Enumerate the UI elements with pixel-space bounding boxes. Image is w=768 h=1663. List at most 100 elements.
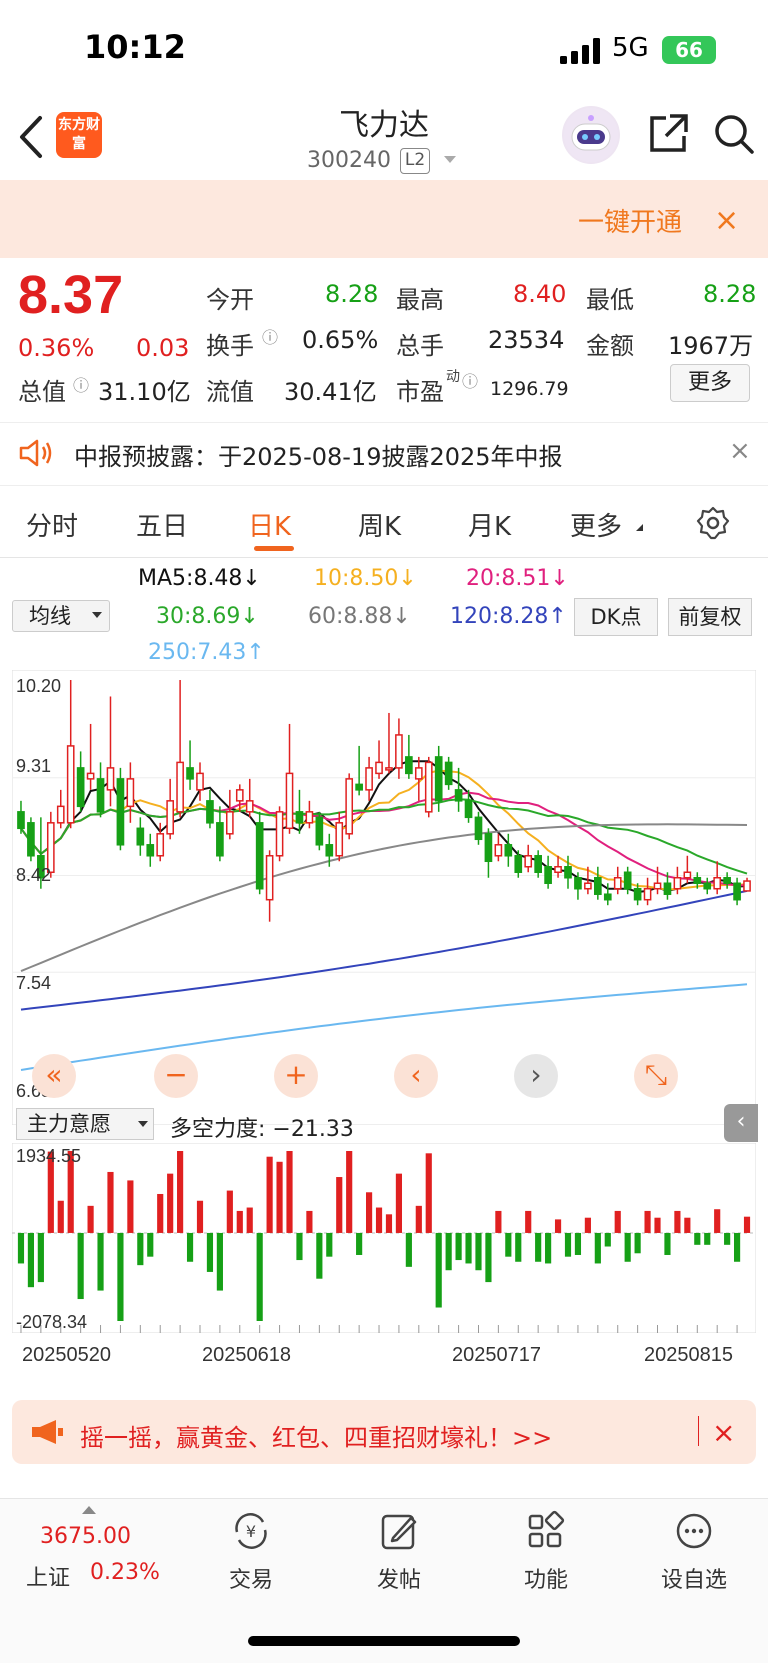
negative-bar	[147, 1232, 154, 1257]
negative-bar	[455, 1232, 462, 1261]
up-candle	[395, 734, 403, 769]
back-arrow-icon[interactable]	[18, 112, 48, 162]
main-force-bar-chart	[12, 1143, 756, 1333]
nav-functions[interactable]: 功能	[491, 1510, 601, 1594]
forward-adjust-button[interactable]: 前复权	[668, 598, 752, 636]
scroll-right-button[interactable]: ›	[514, 1054, 558, 1098]
float-cap-value: 30.41亿	[284, 378, 377, 406]
positive-bar	[127, 1180, 134, 1233]
tab-monthly-k[interactable]: 月K	[468, 506, 511, 543]
indicator-value: 多空力度: −21.33	[170, 1117, 354, 1142]
close-icon[interactable]: ×	[729, 436, 751, 466]
positive-bar	[714, 1209, 721, 1233]
ma10-value: 10:8.50↓	[314, 566, 417, 591]
notice-text[interactable]: 中报预披露：于2025-08-19披露2025年中报	[74, 437, 563, 472]
tab-more[interactable]: 更多	[570, 506, 622, 543]
positive-bar	[365, 1192, 373, 1233]
negative-bar	[475, 1232, 482, 1271]
negative-bar	[256, 1232, 263, 1321]
search-icon[interactable]	[712, 112, 756, 156]
ma60-value: 60:8.88↓	[308, 604, 411, 629]
down-candle	[116, 778, 125, 846]
down-candle	[216, 822, 224, 857]
chevron-down-icon[interactable]	[92, 612, 102, 618]
pe-value: 1296.79	[490, 378, 569, 400]
tab-weekly-k[interactable]: 周K	[358, 506, 401, 543]
nav-add-watchlist[interactable]: 设自选	[639, 1510, 749, 1594]
low-value: 8.28	[703, 280, 757, 308]
more-corner-icon	[636, 524, 643, 531]
change-amount: 0.03	[136, 334, 190, 362]
fullscreen-button[interactable]: ⤡	[634, 1054, 678, 1098]
down-candle	[444, 761, 453, 786]
tab-daily-k[interactable]: 日K	[248, 506, 291, 543]
more-quote-button[interactable]: 更多	[670, 364, 750, 402]
negative-bar	[515, 1232, 522, 1262]
open-account-link[interactable]: 一键开通	[578, 202, 682, 239]
index-name: 上证	[26, 1566, 71, 1591]
zoom-in-button[interactable]: +	[274, 1054, 318, 1098]
nav-label: 设自选	[660, 1568, 727, 1593]
down-candle	[146, 844, 155, 857]
negative-bar	[137, 1232, 144, 1266]
indicator-selector[interactable]: 主力意愿	[16, 1108, 154, 1140]
ai-robot-icon[interactable]	[562, 106, 620, 164]
negative-bar	[216, 1232, 223, 1291]
down-candle	[544, 866, 552, 884]
y-tick-label: 7.54	[16, 973, 52, 993]
nav-post[interactable]: 发帖	[344, 1510, 454, 1594]
scroll-left-button[interactable]: ‹	[394, 1054, 438, 1098]
date-label: 20250618	[202, 1344, 291, 1366]
info-icon[interactable]: ⓘ	[262, 324, 278, 348]
amount-label: 金额	[586, 332, 634, 360]
up-candle	[683, 871, 692, 879]
up-candle	[414, 767, 423, 780]
up-candle	[424, 761, 433, 813]
up-candle	[245, 800, 254, 813]
positive-bar	[266, 1156, 273, 1233]
down-candle	[96, 778, 105, 813]
positive-bar	[276, 1161, 283, 1233]
down-candle	[355, 783, 363, 791]
chevron-left-icon[interactable]: ‹	[724, 1104, 758, 1142]
info-icon[interactable]: ⓘ	[462, 368, 478, 392]
negative-bar	[594, 1232, 601, 1264]
tab-five-day[interactable]: 五日	[136, 506, 188, 543]
positive-bar	[674, 1210, 681, 1233]
up-candle	[673, 876, 682, 890]
more-dots-icon	[676, 1513, 712, 1549]
chevron-down-icon[interactable]	[444, 156, 456, 163]
ma120-value: 120:8.28↑	[450, 604, 567, 629]
level2-badge[interactable]: L2	[400, 148, 430, 174]
chevron-down-icon[interactable]	[138, 1121, 148, 1127]
scroll-start-button[interactable]: «	[32, 1054, 76, 1098]
status-time: 10:12	[84, 28, 186, 66]
nav-trade[interactable]: ¥ 交易	[196, 1510, 306, 1594]
sub-y-min-label: -2078.34	[16, 1312, 88, 1332]
info-icon[interactable]: ⓘ	[73, 372, 89, 396]
tab-intraday[interactable]: 分时	[26, 506, 78, 543]
app-logo[interactable]: 东方财富	[56, 112, 102, 158]
home-indicator	[248, 1636, 520, 1646]
up-candle	[743, 880, 751, 892]
up-candle	[56, 805, 65, 824]
promo-text[interactable]: 摇一摇，赢黄金、红包、四重招财壕礼！>>	[80, 1418, 552, 1453]
nav-label: 发帖	[376, 1568, 421, 1593]
index-value[interactable]: 3675.00	[40, 1524, 131, 1549]
up-candle	[285, 772, 294, 830]
share-icon[interactable]	[646, 112, 690, 156]
positive-bar	[684, 1217, 691, 1233]
tabs-divider	[0, 557, 768, 558]
up-candle	[613, 876, 622, 890]
zoom-out-button[interactable]: −	[154, 1054, 198, 1098]
negative-bar	[574, 1232, 582, 1255]
gear-icon[interactable]	[696, 506, 730, 540]
positive-bar	[425, 1153, 432, 1233]
close-icon[interactable]: ×	[712, 1416, 735, 1449]
ma30-value: 30:8.69↓	[156, 604, 259, 629]
megaphone-icon	[32, 1420, 63, 1444]
up-candle	[86, 772, 95, 780]
expand-up-icon[interactable]	[82, 1506, 96, 1514]
dk-point-button[interactable]: DK点	[574, 598, 658, 636]
close-icon[interactable]: ×	[714, 203, 739, 238]
